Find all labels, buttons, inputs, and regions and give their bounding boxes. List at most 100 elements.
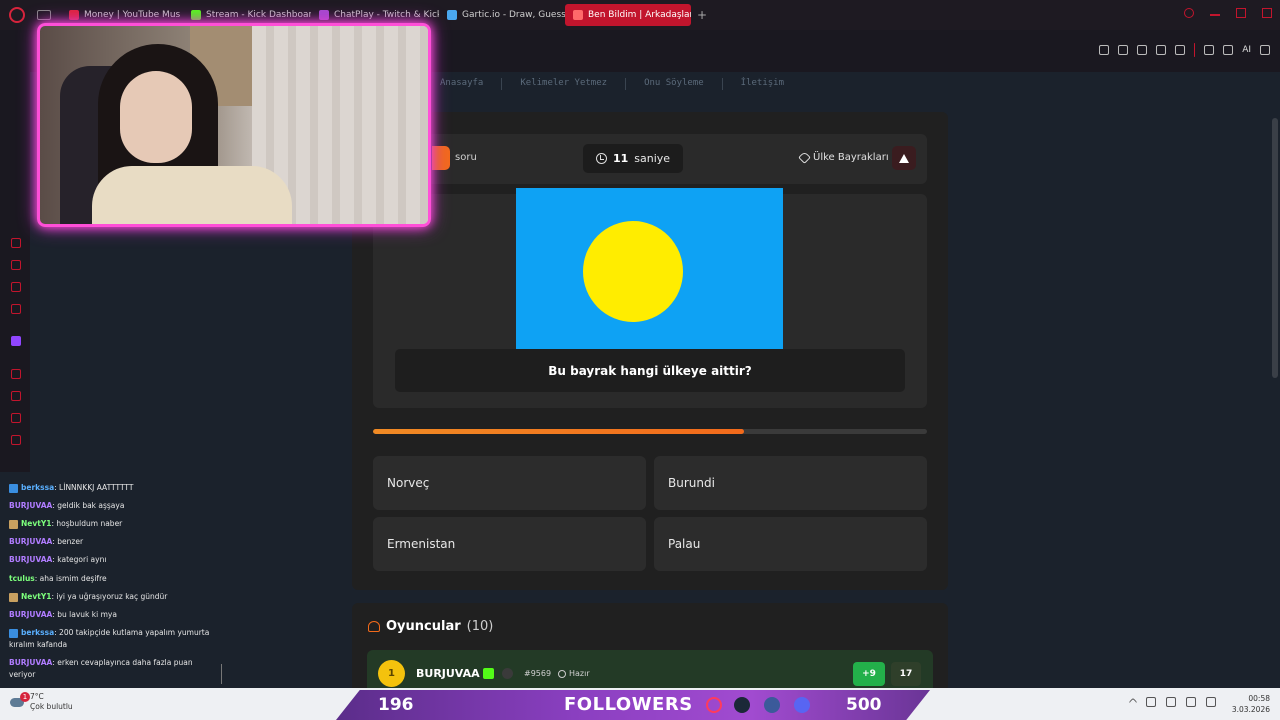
settings-app-icon — [764, 697, 780, 713]
chat-message: NevtY1: iyi ya uğraşıyoruz kaç gündür — [9, 591, 219, 603]
kick-icon — [191, 10, 201, 20]
profile-icon[interactable] — [1204, 45, 1215, 55]
nav-divider — [721, 78, 723, 90]
sidebar-messenger-icon[interactable] — [11, 282, 21, 292]
category-text: Ülke Bayrakları — [813, 152, 889, 163]
sidebar-player-icon[interactable] — [11, 369, 21, 379]
chat-message: BURJUVAA: kategori aynı — [9, 554, 219, 566]
followers-goal-banner: 196 FOLLOWERS 500 — [336, 690, 930, 720]
chevron-up-icon[interactable] — [1128, 697, 1138, 707]
close-icon[interactable] — [1262, 8, 1272, 18]
tab-ben-bildim[interactable]: Ben Bildim | Arkadaşlarını — [565, 4, 691, 26]
browser-sidebar — [0, 72, 30, 472]
play-icon[interactable] — [1156, 45, 1167, 55]
menu-icon[interactable] — [1260, 45, 1270, 55]
volume-icon[interactable] — [1206, 697, 1216, 707]
chat-text: : kategori aynı — [52, 555, 107, 564]
screenshot-icon[interactable] — [1118, 45, 1129, 55]
chat-username: BURJUVAA — [9, 658, 53, 667]
minimize-icon[interactable] — [1210, 14, 1220, 16]
players-title: Oyuncular (10) — [368, 619, 493, 634]
nav-divider — [625, 78, 627, 90]
new-tab-button[interactable]: + — [697, 8, 707, 22]
nav-kelimeler-yetmez[interactable]: Kelimeler Yetmez — [520, 78, 607, 90]
tag-icon — [798, 151, 811, 164]
wifi-icon[interactable] — [1186, 697, 1196, 707]
opera-logo-icon[interactable] — [9, 7, 25, 23]
window-controls — [1184, 8, 1272, 18]
chat-badge-icon — [9, 519, 18, 529]
sidebar-history-icon[interactable] — [11, 391, 21, 401]
timer-unit: saniye — [634, 152, 671, 165]
nav-contact[interactable]: İletişim — [741, 78, 784, 90]
chat-username: BURJUVAA — [9, 501, 53, 510]
nav-onu-soyleme[interactable]: Onu Söyleme — [644, 78, 704, 90]
sidebar-ai-icon[interactable] — [11, 238, 21, 248]
steam-icon — [734, 697, 750, 713]
question-text: Bu bayrak hangi ülkeye aittir? — [395, 349, 905, 392]
chat-username: tculus — [9, 574, 35, 583]
sidebar-bag-icon[interactable] — [11, 260, 21, 270]
answer-option-2[interactable]: Burundi — [654, 456, 927, 510]
chat-badge-icon — [9, 628, 18, 638]
kick-icon — [483, 668, 494, 679]
followers-label: FOLLOWERS — [564, 694, 693, 715]
youtube-icon — [69, 10, 79, 20]
network-icon[interactable] — [1146, 697, 1156, 707]
tab-label: Money | YouTube Mus — [84, 10, 181, 20]
sidebar-extensions-icon[interactable] — [11, 413, 21, 423]
sidebar-settings-icon[interactable] — [11, 435, 21, 445]
chat-text: : benzer — [52, 537, 84, 546]
chat-text: : bu lavuk ki mya — [52, 610, 117, 619]
chat-text: : aha ismim deşifre — [34, 574, 107, 583]
discord-icon — [794, 697, 810, 713]
clock-date: 3.03.2026 — [1231, 705, 1270, 714]
chat-text: : LİNNNKKJ AATTTTTT — [54, 483, 134, 492]
opera-icon — [706, 697, 722, 713]
question-number-badge — [432, 146, 450, 170]
maximize-icon[interactable] — [1236, 8, 1246, 18]
timer: 11 saniye — [583, 144, 683, 173]
report-button[interactable] — [892, 146, 916, 170]
clock-icon — [595, 153, 607, 164]
pin-icon[interactable] — [1099, 45, 1110, 55]
tab-gartic[interactable]: Gartic.io - Draw, Guess, W — [439, 4, 565, 26]
question-label: soru — [455, 152, 477, 163]
search-icon[interactable] — [1184, 8, 1194, 18]
chat-message: tculus: aha ismim deşifre — [9, 573, 219, 585]
shield-icon[interactable] — [1137, 45, 1148, 55]
ai-button[interactable]: AI — [1242, 45, 1251, 55]
chat-text: : hoşbuldum naber — [51, 519, 123, 528]
chat-username: BURJUVAA — [9, 555, 53, 564]
weather-temp: 7°C — [30, 692, 44, 701]
player-status: Hazır — [558, 669, 590, 678]
sidebar-mail-icon[interactable] — [11, 304, 21, 314]
download-icon[interactable] — [1223, 45, 1234, 55]
answer-option-3[interactable]: Ermenistan — [373, 517, 646, 571]
scrollbar-thumb[interactable] — [1272, 118, 1278, 378]
player-score: 17 — [891, 662, 921, 686]
weather-text: 7°C Çok bulutlu — [30, 692, 73, 712]
timer-value: 11 — [612, 152, 629, 165]
heart-icon[interactable] — [1175, 45, 1186, 55]
gartic-icon — [447, 10, 457, 20]
nav-home[interactable]: Anasayfa — [440, 78, 483, 90]
nav-divider — [501, 78, 503, 90]
sidebar-twitch-icon[interactable] — [11, 336, 21, 346]
microphone-icon[interactable] — [1166, 697, 1176, 707]
system-clock[interactable]: 00:58 3.03.2026 — [1230, 693, 1270, 715]
chat-scroll-indicator — [221, 664, 222, 684]
toolbar-divider — [1194, 43, 1196, 57]
chat-message: berkssa: LİNNNKKJ AATTTTTT — [9, 482, 219, 494]
answer-option-4[interactable]: Palau — [654, 517, 927, 571]
player-name: BURJUVAA — [416, 667, 480, 680]
check-icon — [558, 669, 566, 678]
chat-message: BURJUVAA: geldik bak aşşaya — [9, 500, 219, 512]
answer-option-1[interactable]: Norveç — [373, 456, 646, 510]
player-id: #9569 — [524, 669, 552, 678]
chat-badge-icon — [9, 592, 18, 602]
players-count: (10) — [466, 619, 494, 634]
player-status-text: Hazır — [569, 669, 590, 678]
tab-label: Ben Bildim | Arkadaşlarını — [588, 10, 691, 20]
tab-menu-icon[interactable] — [37, 10, 51, 20]
